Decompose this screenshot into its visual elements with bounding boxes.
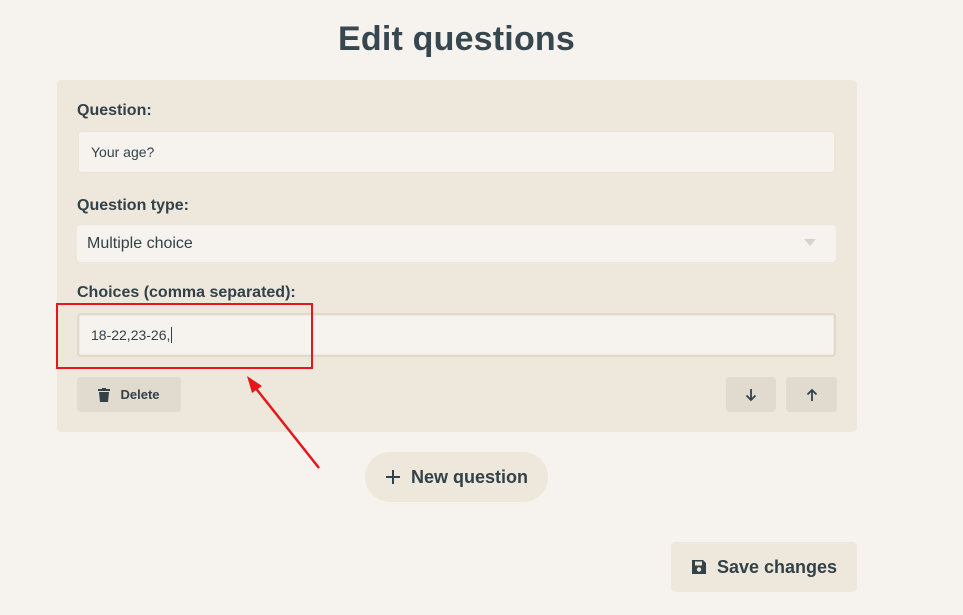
new-question-label: New question — [410, 466, 528, 487]
save-icon — [691, 560, 706, 574]
question-input[interactable]: Your age? — [78, 131, 835, 173]
plus-icon — [385, 470, 400, 484]
question-type-select[interactable]: Multiple choice — [77, 225, 836, 262]
chevron-down-icon — [804, 239, 816, 246]
annotation-highlight-box — [56, 303, 313, 369]
choices-label: Choices (comma separated): — [77, 284, 296, 301]
delete-button-label: Delete — [120, 387, 160, 402]
arrow-down-icon — [745, 388, 757, 401]
save-changes-label: Save changes — [716, 556, 838, 577]
move-down-button[interactable] — [726, 377, 776, 412]
question-type-value: Multiple choice — [87, 234, 193, 252]
save-changes-button[interactable]: Save changes — [671, 542, 857, 592]
move-up-button[interactable] — [786, 377, 837, 412]
question-card: Question: Your age? Question type: Multi… — [57, 80, 857, 432]
new-question-button[interactable]: New question — [365, 452, 548, 502]
delete-button[interactable]: Delete — [77, 377, 181, 412]
question-label: Question: — [77, 102, 152, 119]
question-type-label: Question type: — [77, 197, 190, 214]
page-title: Edit questions — [337, 20, 576, 58]
arrow-up-icon — [806, 388, 817, 401]
trash-icon — [98, 387, 111, 402]
question-input-value: Your age? — [91, 144, 155, 160]
